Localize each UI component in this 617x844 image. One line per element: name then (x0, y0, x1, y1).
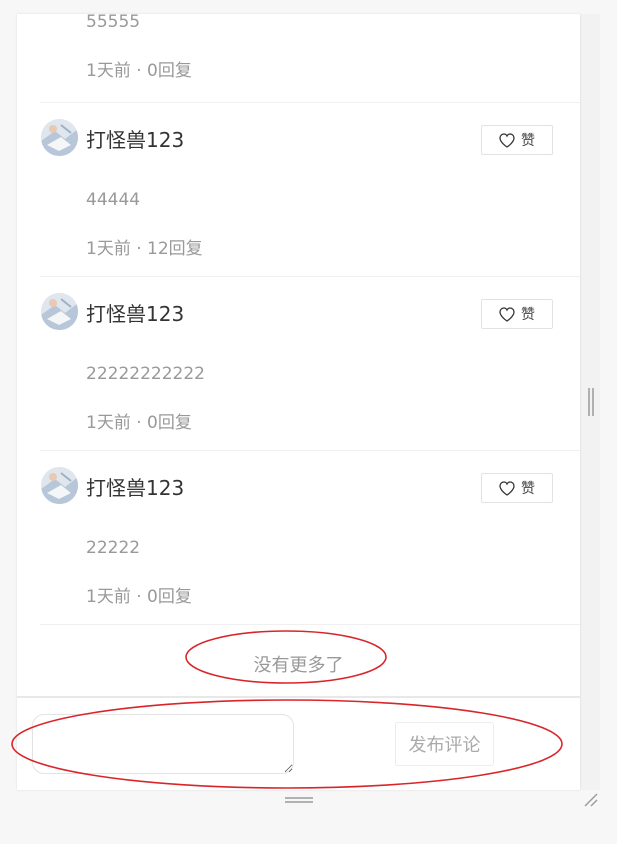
like-label: 赞 (521, 481, 535, 497)
like-label: 赞 (521, 133, 535, 149)
comment-meta[interactable]: 1天前 · 0回复 (86, 582, 192, 607)
resize-grip-icon[interactable] (285, 796, 313, 804)
comment-content: 22222 (86, 538, 141, 558)
comment-item: 打怪兽123 赞 22222 1天前 · 0回复 (40, 467, 580, 627)
avatar[interactable] (41, 293, 78, 330)
publish-comment-button[interactable]: 发布评论 (395, 722, 494, 766)
heart-outline-icon (499, 132, 515, 148)
comment-composer: 发布评论 (17, 696, 580, 790)
comment-divider (40, 276, 580, 277)
comment-content: 55555 (86, 14, 141, 32)
list-end-text: 没有更多了 (253, 655, 344, 676)
comment-author[interactable]: 打怪兽123 (86, 298, 184, 327)
corner-resize-icon[interactable] (583, 792, 599, 808)
comment-content: 22222222222 (86, 364, 205, 384)
avatar[interactable] (41, 119, 78, 156)
comment-item: 打怪兽123 赞 44444 1天前 · 12回复 (40, 119, 580, 279)
scroll-grip-icon[interactable] (587, 388, 595, 416)
heart-outline-icon (499, 306, 515, 322)
avatar-image (41, 293, 78, 330)
comment-meta[interactable]: 1天前 · 0回复 (86, 408, 192, 433)
comment-input[interactable] (32, 714, 294, 774)
comment-meta: 1天前 · 0回复 (86, 61, 192, 81)
comment-panel: 55555 1天前 · 0回复 打怪兽123 赞 44444 1天前 · 12回… (17, 14, 580, 790)
avatar-image (41, 119, 78, 156)
heart-outline-icon (499, 480, 515, 496)
avatar[interactable] (41, 467, 78, 504)
like-button[interactable]: 赞 (481, 125, 553, 155)
like-label: 赞 (521, 307, 535, 323)
avatar-image (41, 467, 78, 504)
like-button[interactable]: 赞 (481, 473, 553, 503)
comment-divider (40, 624, 580, 625)
comment-author[interactable]: 打怪兽123 (86, 124, 184, 153)
comment-divider (40, 450, 580, 451)
comment-author[interactable]: 打怪兽123 (86, 472, 184, 501)
like-button[interactable]: 赞 (481, 299, 553, 329)
comment-meta[interactable]: 1天前 · 12回复 (86, 234, 203, 259)
comment-divider (40, 102, 580, 103)
comment-content: 44444 (86, 190, 141, 210)
comment-item: 打怪兽123 赞 22222222222 1天前 · 0回复 (40, 293, 580, 453)
comment-item: 55555 1天前 · 0回复 (40, 14, 580, 94)
